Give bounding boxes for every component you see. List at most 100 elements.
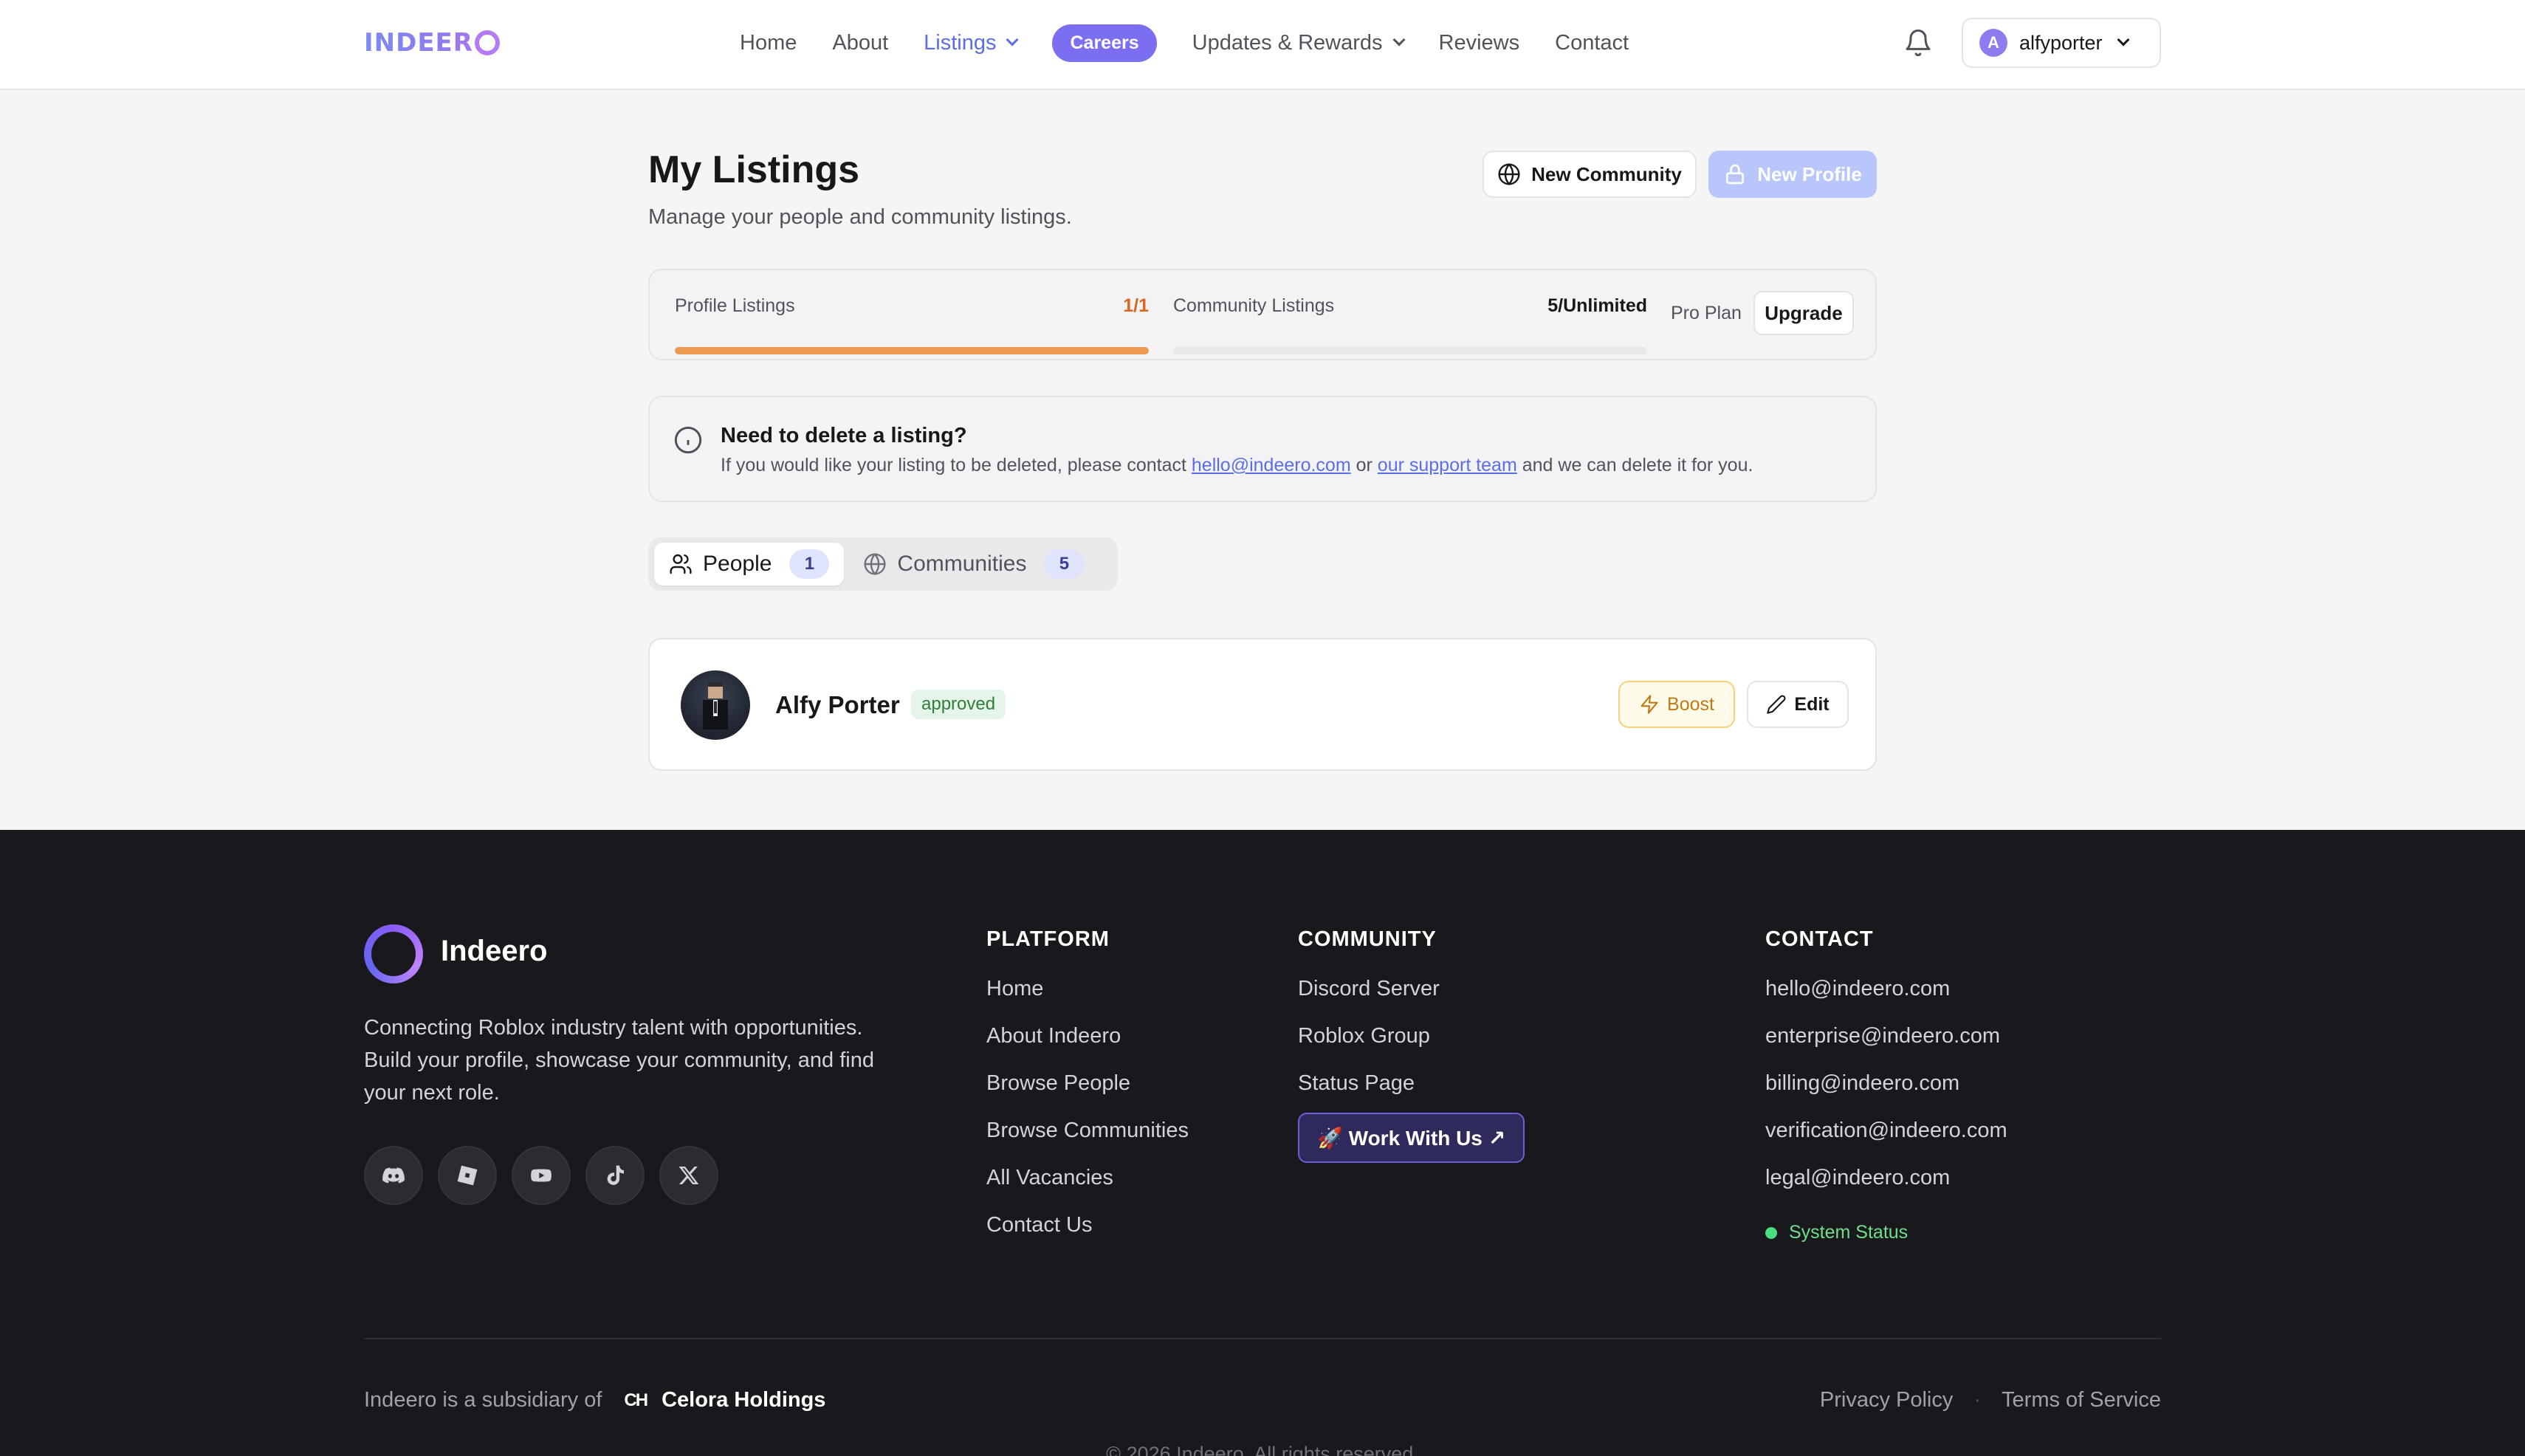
user-menu-button[interactable]: A alfyporter [1962, 18, 2161, 68]
profile-usage-fill [675, 347, 1149, 354]
youtube-icon[interactable] [512, 1146, 571, 1205]
footer-link-vacancies[interactable]: All Vacancies [986, 1164, 1189, 1212]
nav-about[interactable]: About [832, 31, 888, 55]
footer-link-roblox-group[interactable]: Roblox Group [1298, 1023, 1525, 1070]
celora-logo-icon: CH [624, 1390, 648, 1410]
logo-ring-icon [474, 30, 500, 55]
email-link[interactable]: hello@indeero.com [1192, 455, 1351, 475]
support-team-link[interactable]: our support team [1378, 455, 1517, 475]
subsidiary-prefix: Indeero is a subsidiary of [364, 1388, 602, 1412]
site-footer: Indeero Connecting Roblox industry talen… [0, 830, 2525, 1456]
footer-email-enterprise[interactable]: enterprise@indeero.com [1765, 1023, 2007, 1070]
bell-icon[interactable] [1903, 28, 1933, 58]
community-usage-label: Community Listings [1173, 295, 1335, 316]
profile-usage-count: 1/1 [1123, 295, 1149, 316]
new-profile-label: New Profile [1757, 162, 1862, 185]
new-community-label: New Community [1531, 162, 1682, 185]
info-icon [674, 426, 702, 454]
tab-people[interactable]: People 1 [654, 543, 845, 586]
chevron-down-icon [1006, 33, 1019, 47]
nav-reviews[interactable]: Reviews [1439, 31, 1520, 55]
notice-title: Need to delete a listing? [721, 424, 967, 447]
footer-link-contact-us[interactable]: Contact Us [986, 1212, 1189, 1259]
new-community-button[interactable]: New Community [1483, 151, 1697, 198]
tiktok-icon[interactable] [585, 1146, 645, 1205]
footer-link-about[interactable]: About Indeero [986, 1023, 1189, 1070]
x-icon[interactable] [659, 1146, 718, 1205]
tab-communities-label: Communities [897, 552, 1027, 576]
lock-icon [1726, 164, 1745, 185]
nav-updates-label: Updates & Rewards [1192, 30, 1383, 55]
page-title: My Listings [648, 148, 860, 191]
roblox-icon[interactable] [438, 1146, 497, 1205]
celora-holdings-link[interactable]: Celora Holdings [662, 1388, 825, 1412]
roblox-avatar-image [703, 682, 728, 729]
footer-platform-column: PLATFORM Home About Indeero Browse Peopl… [986, 927, 1189, 1259]
nav-updates-rewards[interactable]: Updates & Rewards [1192, 30, 1406, 55]
legal-separator: · [1973, 1388, 1982, 1412]
profile-usage-bar [675, 347, 1149, 354]
nav-listings-label: Listings [924, 30, 997, 55]
notice-text-post: and we can delete it for you. [1516, 455, 1753, 475]
footer-brand: Indeero [441, 935, 548, 967]
edit-label: Edit [1794, 693, 1830, 715]
nav-home[interactable]: Home [740, 31, 797, 55]
profile-usage-label: Profile Listings [675, 295, 795, 316]
contact-heading: CONTACT [1765, 927, 1874, 951]
platform-heading: PLATFORM [986, 927, 1110, 951]
edit-button[interactable]: Edit [1747, 681, 1849, 728]
page-subtitle: Manage your people and community listing… [648, 205, 1072, 229]
privacy-policy-link[interactable]: Privacy Policy [1820, 1388, 1954, 1412]
boost-label: Boost [1667, 693, 1714, 715]
top-navbar: INDEER Home About Listings Careers Updat… [0, 0, 2525, 90]
nav-contact[interactable]: Contact [1555, 31, 1629, 55]
notice-body: If you would like your listing to be del… [721, 455, 1753, 476]
community-heading: COMMUNITY [1298, 927, 1437, 951]
status-dot-icon [1765, 1226, 1777, 1239]
footer-divider [364, 1338, 2161, 1339]
discord-icon[interactable] [364, 1146, 423, 1205]
nav-listings[interactable]: Listings [924, 30, 1019, 55]
footer-email-legal[interactable]: legal@indeero.com [1765, 1164, 2007, 1212]
username: alfyporter [2019, 31, 2103, 54]
tab-communities[interactable]: Communities 5 [848, 543, 1099, 586]
upgrade-button[interactable]: Upgrade [1753, 291, 1854, 335]
globe-icon [864, 553, 886, 576]
footer-contact-column: CONTACT hello@indeero.com enterprise@ind… [1765, 927, 2007, 1243]
chevron-down-icon [1392, 33, 1406, 47]
nav-careers[interactable]: Careers [1052, 24, 1157, 62]
tab-communities-count: 5 [1044, 549, 1085, 579]
terms-of-service-link[interactable]: Terms of Service [2002, 1388, 2161, 1412]
profile-usage: Profile Listings 1/1 [675, 295, 1149, 354]
footer-email-verification[interactable]: verification@indeero.com [1765, 1117, 2007, 1164]
indeero-ring-logo-icon [364, 924, 423, 983]
logo-text: INDEER [364, 28, 473, 58]
legal-links: Privacy Policy · Terms of Service [1820, 1388, 2161, 1412]
boost-button[interactable]: Boost [1618, 681, 1735, 728]
avatar [681, 670, 750, 740]
footer-link-home[interactable]: Home [986, 975, 1189, 1023]
notice-text-mid: or [1350, 455, 1378, 475]
footer-link-browse-communities[interactable]: Browse Communities [986, 1117, 1189, 1164]
new-profile-button[interactable]: New Profile [1708, 151, 1877, 198]
tab-people-label: People [703, 552, 772, 576]
main-nav: Home About Listings Careers Updates & Re… [740, 22, 1664, 63]
indeero-logo[interactable]: INDEER [364, 27, 500, 59]
community-usage-bar [1173, 347, 1647, 354]
listing-name[interactable]: Alfy Porter [775, 691, 900, 719]
listing-card: Alfy Porter approved Boost Edit [648, 638, 1877, 771]
footer-email-hello[interactable]: hello@indeero.com [1765, 975, 2007, 1023]
footer-link-discord[interactable]: Discord Server [1298, 975, 1525, 1023]
work-with-us-button[interactable]: 🚀 Work With Us ↗ [1298, 1113, 1525, 1163]
footer-email-billing[interactable]: billing@indeero.com [1765, 1070, 2007, 1117]
status-badge: approved [911, 690, 1006, 719]
avatar: A [1979, 29, 2007, 57]
system-status-link[interactable]: System Status [1765, 1222, 2007, 1243]
pencil-icon [1767, 695, 1786, 714]
footer-link-browse-people[interactable]: Browse People [986, 1070, 1189, 1117]
footer-link-status-page[interactable]: Status Page [1298, 1070, 1525, 1117]
social-links [364, 1146, 733, 1205]
community-usage: Community Listings 5/Unlimited [1173, 295, 1647, 354]
plan-label: Pro Plan [1671, 303, 1742, 323]
tab-people-count: 1 [789, 549, 830, 579]
